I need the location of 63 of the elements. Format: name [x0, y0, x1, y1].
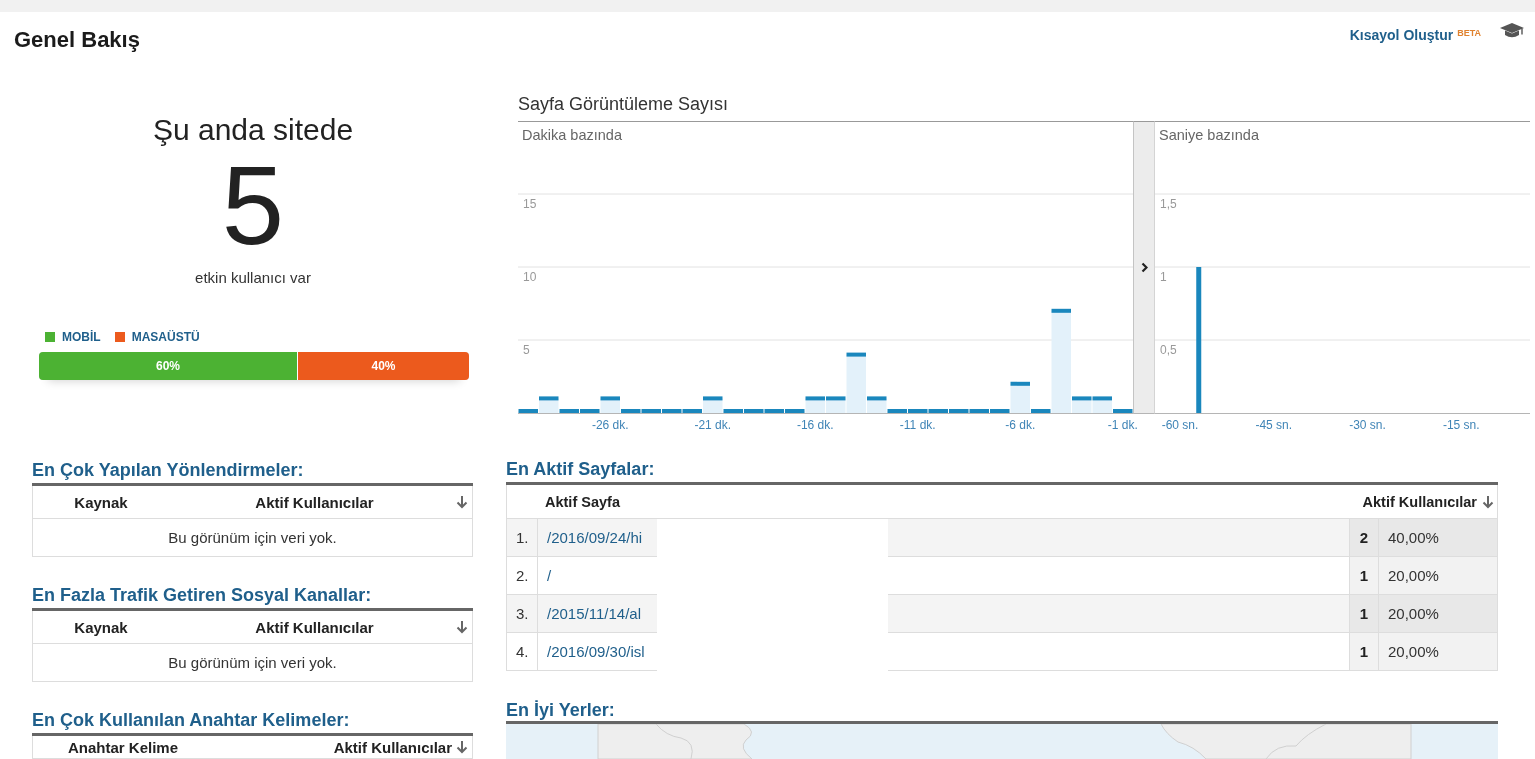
- section-title: En Fazla Trafik Getiren Sosyal Kanallar:: [32, 584, 372, 606]
- section-title: En Çok Kullanılan Anahtar Kelimeler:: [32, 709, 350, 731]
- column-header[interactable]: Aktif Kullanıcılar: [255, 618, 374, 636]
- page-title: Genel Bakış: [14, 27, 140, 53]
- page-link[interactable]: /2016/09/30/isl: [547, 643, 645, 660]
- row-number: 2.: [507, 557, 538, 594]
- table-cell: 1: [1349, 633, 1379, 670]
- chart-title: Saniye bazında: [1159, 127, 1259, 143]
- page-link[interactable]: /2015/11/14/al: [547, 605, 641, 622]
- active-user-count: 5: [221, 150, 285, 262]
- chart-toggle-button[interactable]: [1133, 121, 1155, 414]
- axis-tick-label: 1: [1160, 270, 1167, 284]
- column-header[interactable]: Aktif Kullanıcılar: [255, 493, 374, 511]
- section-title: Sayfa Görüntüleme Sayısı: [518, 93, 729, 115]
- axis-tick-label: 15: [523, 197, 537, 211]
- empty-message: Bu görünüm için veri yok.: [168, 529, 337, 546]
- shortcut-link[interactable]: Kısayol Oluştur: [1349, 26, 1454, 44]
- column-header[interactable]: Kaynak: [74, 493, 128, 511]
- table-cell: 40,00%: [1379, 519, 1497, 556]
- page-link[interactable]: /: [547, 567, 552, 584]
- axis-tick-label: 5: [523, 343, 530, 357]
- empty-message: Bu görünüm için veri yok.: [168, 654, 337, 671]
- axis-tick-label: -21 dk.: [694, 418, 732, 432]
- table-cell: 20,00%: [1379, 557, 1497, 594]
- section-title: En Aktif Sayfalar:: [506, 458, 655, 480]
- row-number: 1.: [507, 519, 538, 556]
- chevron-right-icon: [1140, 262, 1148, 273]
- column-header[interactable]: Aktif Sayfa: [545, 493, 620, 510]
- axis-tick-label: 0,5: [1160, 343, 1177, 357]
- row-number: 4.: [507, 633, 538, 670]
- axis-tick-label: -60 sn.: [1161, 418, 1199, 432]
- chart-title: Dakika bazında: [522, 127, 622, 143]
- table-cell: 20,00%: [1379, 595, 1497, 632]
- section-title: En Çok Yapılan Yönlendirmeler:: [32, 459, 304, 481]
- page-link[interactable]: /2016/09/24/hi: [547, 529, 643, 546]
- column-header[interactable]: Anahtar Kelime: [67, 738, 178, 756]
- axis-tick-label: 1,5: [1160, 197, 1177, 211]
- count-caption: etkin kullanıcı var: [195, 269, 311, 287]
- axis-tick-label: -26 dk.: [591, 418, 629, 432]
- column-header[interactable]: Aktif Kullanıcılar: [333, 738, 452, 756]
- legend-label: MOBİL: [62, 330, 101, 344]
- table-cell: 1: [1349, 595, 1379, 632]
- axis-tick-label: -45 sn.: [1255, 418, 1293, 432]
- table-cell: 2: [1349, 519, 1379, 556]
- axis-tick-label: -11 dk.: [899, 418, 936, 432]
- table-cell: 20,00%: [1379, 633, 1497, 670]
- row-number: 3.: [507, 595, 538, 632]
- axis-tick-label: -30 sn.: [1349, 418, 1386, 432]
- graduation-cap-icon[interactable]: [1499, 22, 1525, 40]
- axis-tick-label: -1 dk.: [1107, 418, 1138, 432]
- column-header[interactable]: Kaynak: [74, 618, 128, 636]
- table-cell: 1: [1349, 557, 1379, 594]
- axis-tick-label: 10: [523, 270, 537, 284]
- device-share-segment: 40%: [297, 352, 469, 380]
- legend-label: MASAÜSTÜ: [131, 330, 200, 344]
- beta-label: BETA: [1457, 28, 1481, 39]
- axis-tick-label: -15 sn.: [1442, 418, 1480, 432]
- device-share-segment: 60%: [39, 352, 297, 380]
- column-header[interactable]: Aktif Kullanıcılar: [1362, 493, 1477, 510]
- section-title: En İyi Yerler:: [506, 699, 615, 721]
- axis-tick-label: -6 dk.: [1005, 418, 1036, 432]
- section-heading: Şu anda sitede: [152, 112, 354, 148]
- axis-tick-label: -16 dk.: [796, 418, 834, 432]
